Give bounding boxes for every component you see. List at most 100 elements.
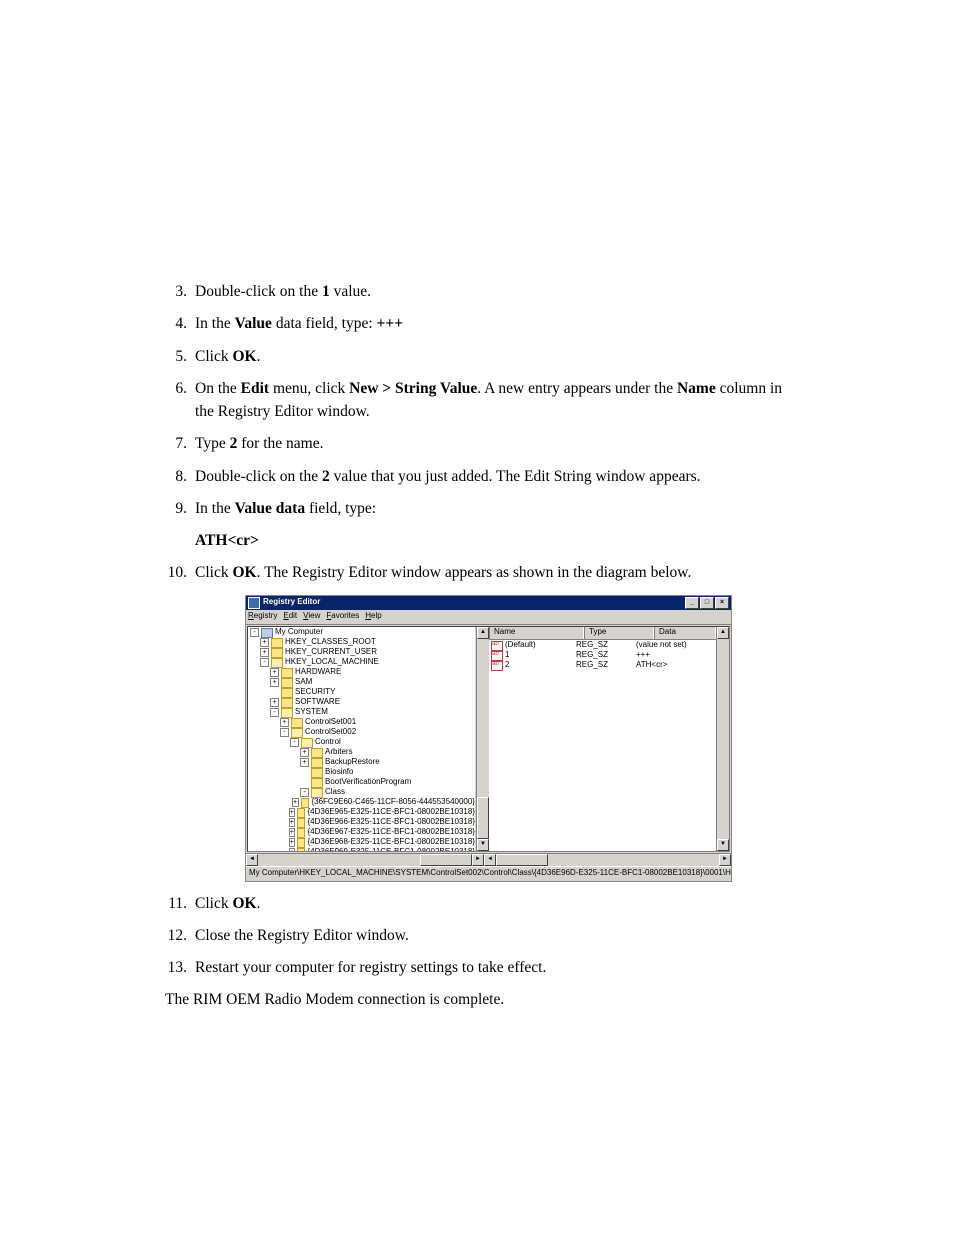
tree-item[interactable]: -ControlSet002	[250, 728, 475, 738]
expand-icon[interactable]: +	[260, 648, 269, 657]
expand-icon[interactable]: +	[280, 718, 289, 727]
scroll-down-icon[interactable]: ▼	[717, 839, 729, 851]
scroll-left-icon[interactable]: ◄	[246, 854, 258, 866]
app-icon	[248, 597, 260, 609]
tree-item[interactable]: +SOFTWARE	[250, 698, 475, 708]
tree-item[interactable]: + {4D36E965-E325-11CE-BFC1-08002BE10318}	[250, 808, 475, 818]
tree-item[interactable]: SECURITY	[250, 688, 475, 698]
collapse-icon[interactable]: -	[250, 628, 259, 637]
tree-label: {4D36E965-E325-11CE-BFC1-08002BE10318}	[307, 808, 475, 817]
expand-icon[interactable]: +	[300, 748, 309, 757]
tree-item[interactable]: +HKEY_CURRENT_USER	[250, 648, 475, 658]
tree-item[interactable]: +{4D36E969-E325-11CE-BFC1-08002BE10318}	[250, 848, 475, 851]
step-item: 8.Double-click on the 2 value that you j…	[165, 465, 799, 488]
step-item: 5.Click OK.	[165, 345, 799, 368]
computer-icon	[261, 628, 273, 638]
scroll-left-icon[interactable]: ◄	[484, 854, 496, 866]
tree-item[interactable]: +HKEY_CLASSES_ROOT	[250, 638, 475, 648]
tree-item[interactable]: Biosinfo	[250, 768, 475, 778]
collapse-icon[interactable]: -	[260, 658, 269, 667]
scroll-right-icon[interactable]: ►	[719, 854, 731, 866]
tree-item[interactable]: +{36FC9E60-C465-11CF-8056-444553540000}	[250, 798, 475, 808]
minimize-button[interactable]: _	[685, 597, 699, 609]
string-value-icon	[491, 661, 503, 671]
tree-label: Arbiters	[325, 748, 353, 757]
collapse-icon[interactable]: -	[290, 738, 299, 747]
list-pane[interactable]: Name Type Data (Default)REG_SZ(value not…	[489, 627, 716, 851]
collapse-icon[interactable]: -	[270, 708, 279, 717]
tree-pane[interactable]: -My Computer+HKEY_CLASSES_ROOT+HKEY_CURR…	[248, 627, 476, 851]
tree-item[interactable]: - Class	[250, 788, 475, 798]
maximize-button[interactable]: □	[700, 597, 714, 609]
col-name[interactable]: Name	[489, 627, 584, 639]
column-headers[interactable]: Name Type Data	[489, 627, 716, 640]
tree-item[interactable]: -HKEY_LOCAL_MACHINE	[250, 658, 475, 668]
scroll-up-icon[interactable]: ▲	[477, 627, 489, 639]
folder-icon	[311, 758, 323, 768]
tree-hscroll[interactable]: ◄ ►	[246, 853, 484, 866]
folder-icon	[297, 838, 305, 848]
tree-item[interactable]: + {4D36E968-E325-11CE-BFC1-08002BE10318}	[250, 838, 475, 848]
tree-item[interactable]: -Control	[250, 738, 475, 748]
value-row[interactable]: (Default)REG_SZ(value not set)	[491, 641, 714, 651]
folder-icon	[297, 828, 305, 838]
tree-item[interactable]: + HARDWARE	[250, 668, 475, 678]
col-data[interactable]: Data	[654, 627, 716, 639]
col-type[interactable]: Type	[584, 627, 654, 639]
close-button[interactable]: ×	[715, 597, 729, 609]
menu-edit[interactable]: Edit	[283, 612, 297, 621]
tree-item[interactable]: BootVerificationProgram	[250, 778, 475, 788]
tree-label: SAM	[295, 678, 312, 687]
step-item: 12.Close the Registry Editor window.	[165, 924, 799, 947]
title-bar[interactable]: Registry Editor _ □ ×	[246, 596, 731, 610]
collapse-icon[interactable]: -	[300, 788, 309, 797]
expand-icon[interactable]: +	[292, 798, 299, 807]
folder-icon	[271, 658, 283, 668]
tree-label: {4D36E968-E325-11CE-BFC1-08002BE10318}	[307, 838, 475, 847]
collapse-icon[interactable]: -	[280, 728, 289, 737]
tree-item[interactable]: -SYSTEM	[250, 708, 475, 718]
expand-icon[interactable]: +	[289, 828, 296, 837]
expand-icon[interactable]: +	[270, 668, 279, 677]
expand-icon[interactable]: +	[289, 818, 296, 827]
expand-icon[interactable]: +	[289, 848, 296, 851]
menu-view[interactable]: View	[303, 612, 320, 621]
tree-label: Class	[325, 788, 345, 797]
expand-icon[interactable]: +	[300, 758, 309, 767]
scroll-up-icon[interactable]: ▲	[717, 627, 729, 639]
tree-vscroll[interactable]: ▲ ▼	[476, 627, 489, 851]
menu-help[interactable]: Help	[365, 612, 381, 621]
value-row[interactable]: 1REG_SZ+++	[491, 651, 714, 661]
tree-item[interactable]: + Arbiters	[250, 748, 475, 758]
tree-item[interactable]: +BackupRestore	[250, 758, 475, 768]
tree-item[interactable]: +{4D36E966-E325-11CE-BFC1-08002BE10318}	[250, 818, 475, 828]
folder-icon	[291, 728, 303, 738]
step-item: 6.On the Edit menu, click New > String V…	[165, 377, 799, 424]
menu-registry[interactable]: Registry	[248, 612, 277, 621]
expand-icon[interactable]: +	[289, 838, 296, 847]
expand-icon[interactable]: +	[289, 808, 296, 817]
menu-favorites[interactable]: Favorites	[326, 612, 359, 621]
menu-bar[interactable]: Registry Edit View Favorites Help	[246, 610, 731, 625]
tree-item[interactable]: + ControlSet001	[250, 718, 475, 728]
step-item: 10.Click OK. The Registry Editor window …	[165, 561, 799, 584]
folder-icon	[281, 698, 293, 708]
status-bar: My Computer\HKEY_LOCAL_MACHINE\SYSTEM\Co…	[246, 866, 731, 881]
list-vscroll[interactable]: ▲ ▼	[716, 627, 729, 851]
tree-label: ControlSet001	[305, 718, 356, 727]
expand-icon[interactable]: +	[270, 698, 279, 707]
folder-icon	[297, 818, 305, 828]
tree-item[interactable]: + SAM	[250, 678, 475, 688]
folder-icon	[311, 748, 323, 758]
expand-icon[interactable]: +	[260, 638, 269, 647]
value-row[interactable]: 2REG_SZATH<cr>	[491, 661, 714, 671]
expand-icon[interactable]: +	[270, 678, 279, 687]
scroll-down-icon[interactable]: ▼	[477, 839, 489, 851]
folder-icon	[281, 668, 293, 678]
tree-item[interactable]: +{4D36E967-E325-11CE-BFC1-08002BE10318}	[250, 828, 475, 838]
list-hscroll[interactable]: ◄ ►	[484, 853, 731, 866]
tree-item[interactable]: -My Computer	[250, 628, 475, 638]
scroll-right-icon[interactable]: ►	[472, 854, 484, 866]
steps-list-part2: 11.Click OK.12.Close the Registry Editor…	[165, 892, 799, 980]
tree-label: HARDWARE	[295, 668, 341, 677]
